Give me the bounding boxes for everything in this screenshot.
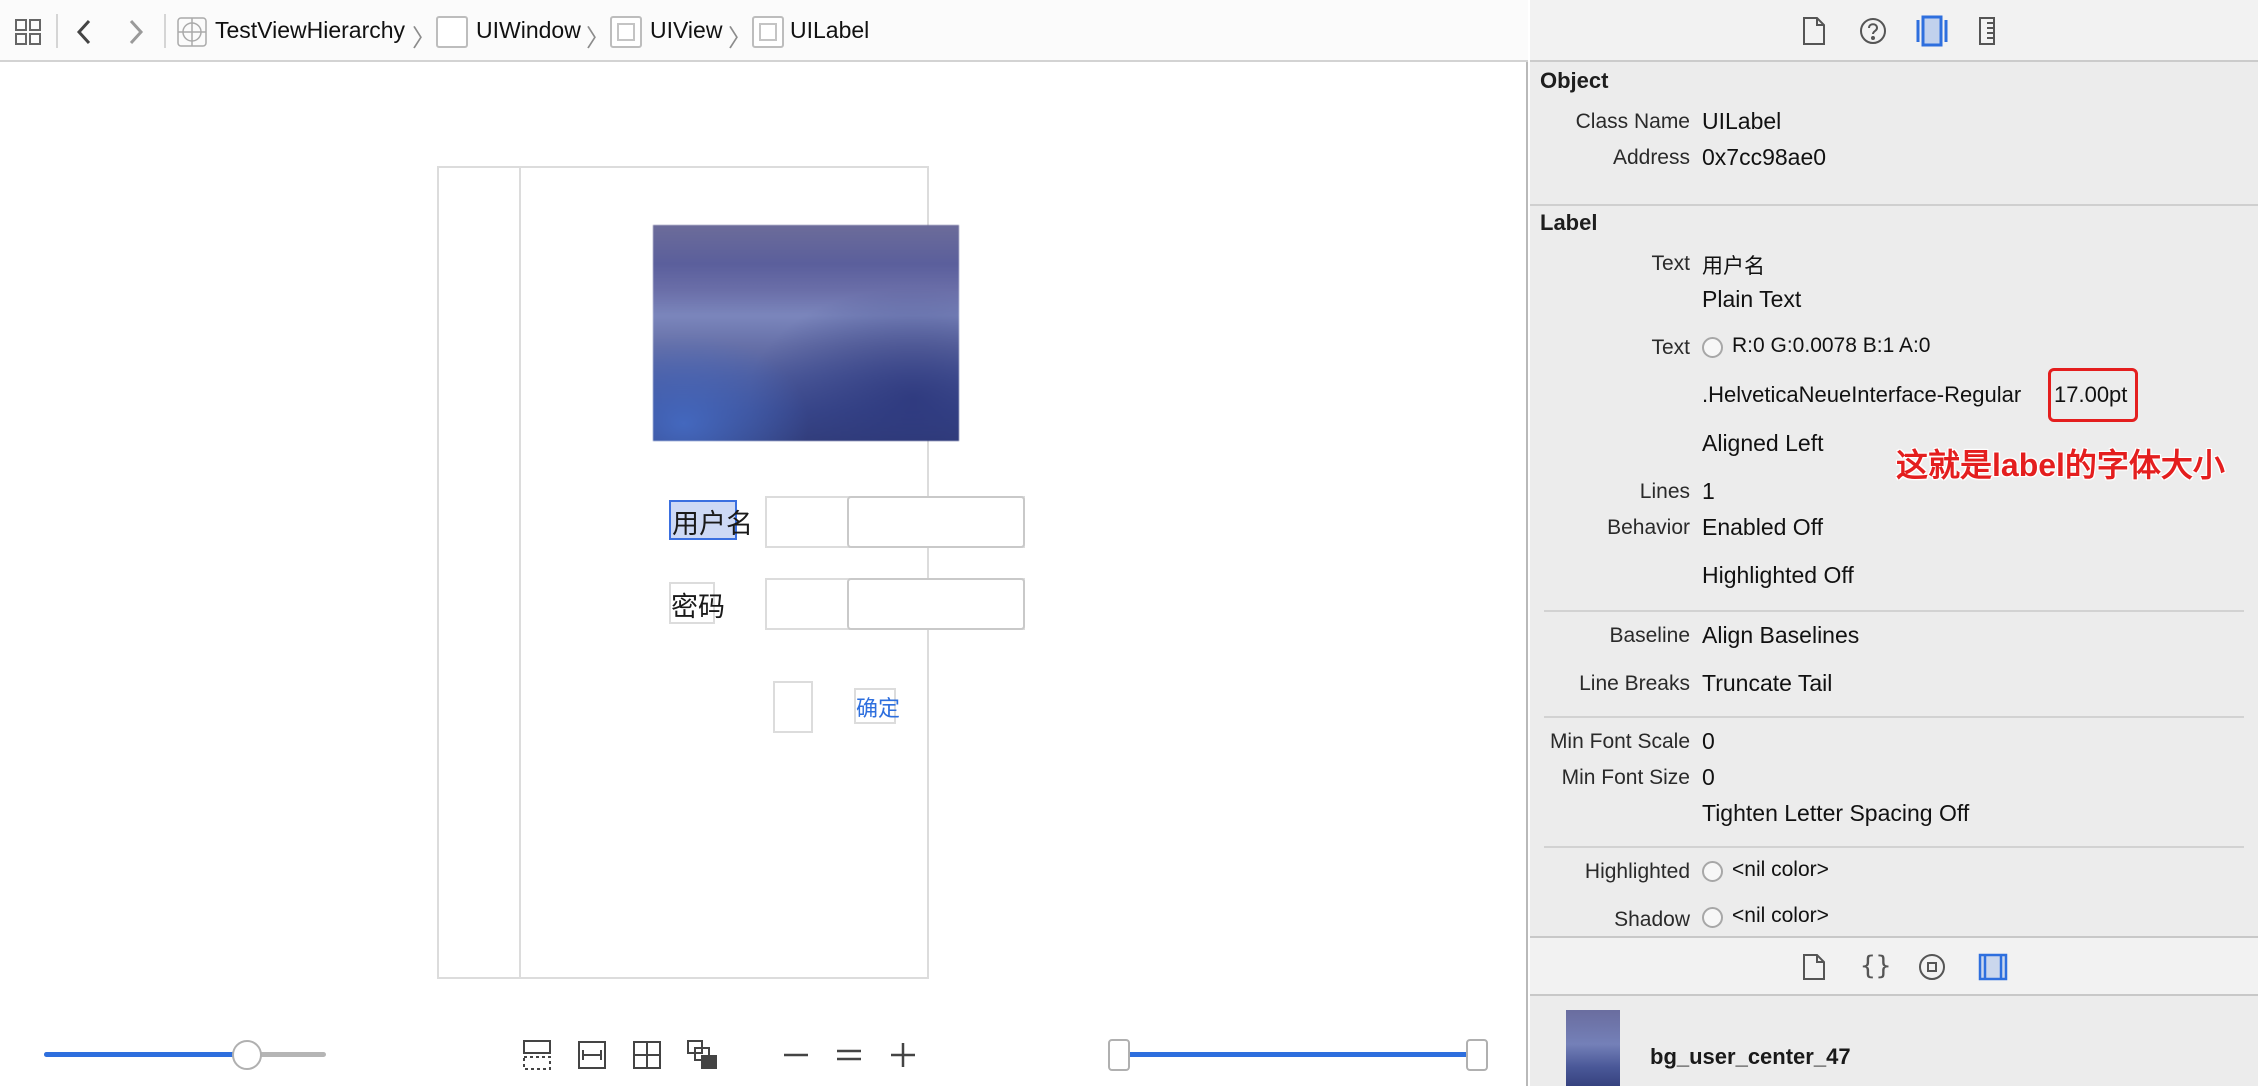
toolbar-divider [56, 14, 58, 48]
label-section-title: Label [1540, 210, 1598, 235]
address-label: Address [1612, 146, 1690, 169]
library-tab-bar: {} [1530, 936, 2258, 996]
section-divider [1530, 204, 2258, 206]
window-icon [436, 16, 468, 48]
breadcrumb-uiview[interactable]: UIView [650, 17, 722, 44]
file-inspector-icon[interactable] [1802, 16, 1826, 51]
button-placeholder-view[interactable] [773, 681, 813, 733]
row-divider [1544, 716, 2244, 718]
highlighted-color-value: <nil color> [1732, 858, 1829, 881]
toolbar-divider [164, 14, 166, 48]
min-font-scale-label: Min Font Scale [1549, 730, 1690, 753]
range-slider-track [1118, 1052, 1478, 1057]
address-value: 0x7cc98ae0 [1702, 144, 1827, 170]
file-template-library-icon[interactable] [1802, 953, 1826, 986]
media-item-name[interactable]: bg_user_center_47 [1650, 1044, 1851, 1070]
alignment-value: Aligned Left [1702, 430, 1824, 456]
lines-value: 1 [1702, 478, 1715, 504]
font-size-annotation: 这就是label的字体大小 [1896, 447, 2225, 483]
inspector-tab-bar [1530, 0, 2258, 62]
text-color-label: Text [1651, 336, 1690, 359]
range-slider-right-handle[interactable] [1466, 1039, 1488, 1071]
lines-label: Lines [1639, 480, 1690, 503]
object-library-icon[interactable] [1918, 953, 1946, 986]
back-arrow-icon[interactable] [74, 18, 94, 46]
behavior-enabled-value: Enabled Off [1702, 514, 1824, 540]
line-breaks-label: Line Breaks [1579, 672, 1690, 695]
min-font-size-value: 0 [1702, 764, 1715, 790]
min-font-size-label: Min Font Size [1561, 766, 1690, 789]
range-slider-left-handle[interactable] [1108, 1039, 1130, 1071]
breadcrumb-uilabel[interactable]: UILabel [790, 17, 869, 44]
password-text-field[interactable] [847, 578, 1025, 630]
object-inspector-icon[interactable] [1916, 14, 1948, 53]
breadcrumb-separator: 〉 [586, 25, 610, 52]
row-divider [1544, 846, 2244, 848]
view-icon [610, 16, 642, 48]
highlighted-color-swatch [1702, 861, 1723, 882]
text-label: Text [1651, 252, 1690, 275]
inspector-pane: Object Class Name UILabel Address 0x7cc9… [1530, 0, 2258, 1086]
background-image-view[interactable] [653, 225, 959, 441]
text-color-swatch [1702, 337, 1723, 358]
shadow-color-value: <nil color> [1732, 904, 1829, 927]
spacing-slider-knob[interactable] [232, 1040, 263, 1070]
object-section-title: Object [1540, 68, 1609, 93]
baseline-value: Align Baselines [1702, 622, 1860, 648]
jump-bar: TestViewHierarchy 〉 UIWindow 〉 UIView 〉 … [0, 0, 1528, 62]
related-items-icon[interactable] [14, 18, 42, 46]
show-clipped-content-icon[interactable] [522, 1038, 552, 1072]
baseline-label: Baseline [1609, 624, 1690, 647]
code-snippet-library-icon[interactable]: {} [1860, 951, 1891, 981]
username-text-field[interactable] [847, 496, 1025, 548]
media-library-icon[interactable] [1978, 953, 2008, 986]
spacing-slider[interactable] [44, 1040, 326, 1070]
class-name-label: Class Name [1575, 110, 1690, 133]
breadcrumb-separator: 〉 [728, 25, 752, 52]
zoom-in-icon[interactable] [889, 1038, 917, 1072]
confirm-button-label: 确定 [856, 697, 901, 722]
min-font-scale-value: 0 [1702, 728, 1715, 754]
size-inspector-icon[interactable] [1978, 16, 1996, 51]
forward-arrow-icon[interactable] [126, 18, 146, 46]
text-color-value: R:0 G:0.0078 B:1 A:0 [1732, 334, 1931, 357]
actual-size-icon[interactable] [835, 1038, 863, 1072]
shadow-color-label: Shadow [1614, 908, 1690, 931]
font-name-value: .HelveticaNeueInterface-Regular [1702, 382, 2022, 407]
breadcrumb-uiwindow[interactable]: UIWindow [476, 17, 581, 44]
behavior-highlighted-value: Highlighted Off [1702, 562, 1854, 588]
show-wireframes-icon[interactable] [632, 1038, 662, 1072]
object-inspector: Object Class Name UILabel Address 0x7cc9… [1530, 62, 2258, 936]
highlighted-color-label: Highlighted [1584, 860, 1690, 883]
range-slider[interactable] [1108, 1037, 1488, 1073]
class-name-value: UILabel [1702, 108, 1782, 134]
label-icon [752, 16, 784, 48]
shadow-color-swatch [1702, 907, 1723, 928]
media-library-list: bg_user_center_47 [1530, 996, 2258, 1086]
behavior-label: Behavior [1607, 516, 1690, 539]
font-size-highlight-box [2048, 368, 2138, 422]
view-debugger-canvas-pane: TestViewHierarchy 〉 UIWindow 〉 UIView 〉 … [0, 0, 1528, 1086]
breadcrumb-project[interactable]: TestViewHierarchy [215, 17, 405, 44]
show-constraints-icon[interactable] [577, 1038, 607, 1072]
line-breaks-value: Truncate Tail [1702, 670, 1833, 696]
text-type-value: Plain Text [1702, 286, 1802, 312]
spacing-slider-fill [44, 1052, 248, 1057]
row-divider [1544, 610, 2244, 612]
breadcrumb-separator: 〉 [412, 25, 436, 52]
project-icon [176, 16, 208, 48]
text-value: 用户名 [1702, 254, 1765, 278]
tighten-spacing-value: Tighten Letter Spacing Off [1702, 800, 1970, 826]
zoom-out-icon[interactable] [782, 1038, 810, 1072]
quick-help-icon[interactable] [1859, 17, 1887, 50]
media-item-thumbnail[interactable] [1566, 1010, 1620, 1086]
show-contents-icon[interactable] [686, 1038, 718, 1072]
password-label-text: 密码 [671, 592, 725, 623]
username-label-text: 用户名 [672, 509, 753, 540]
